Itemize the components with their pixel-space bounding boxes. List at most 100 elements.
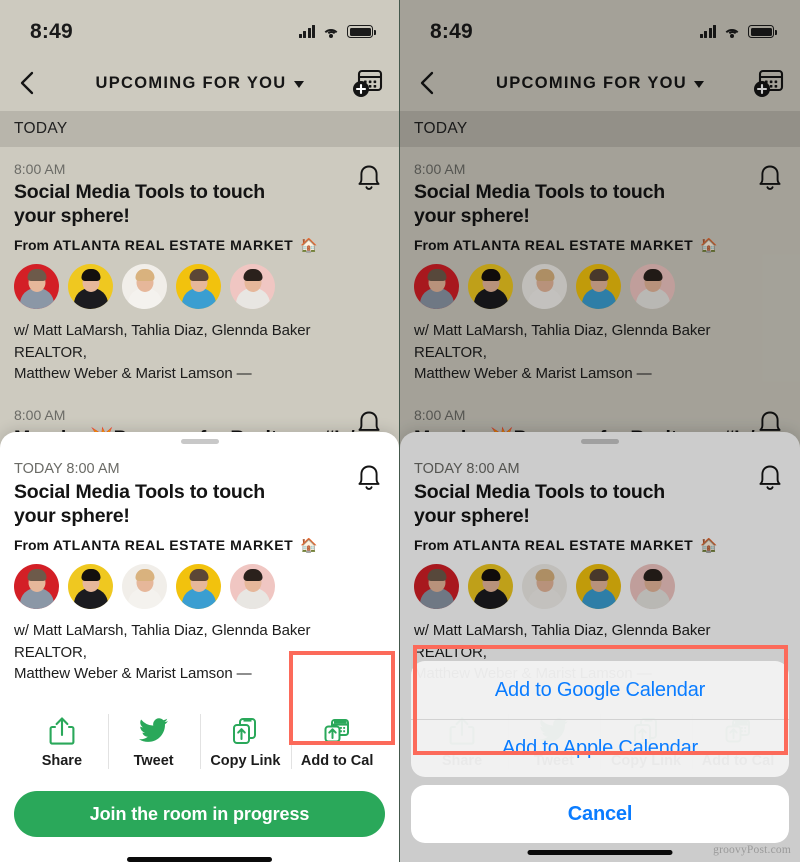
panel-divider bbox=[399, 0, 400, 862]
battery-icon bbox=[748, 25, 777, 38]
nav-bar-left: UPCOMING FOR YOU bbox=[0, 55, 399, 111]
event-card[interactable]: 8:00 AM Social Media Tools to touch your… bbox=[414, 147, 786, 385]
add-calendar-button[interactable] bbox=[347, 64, 385, 102]
sheet-event-title: Social Media Tools to touch your sphere! bbox=[14, 481, 266, 528]
back-button[interactable] bbox=[410, 66, 444, 100]
sheet-avatars bbox=[14, 563, 385, 609]
calendar-add-icon bbox=[353, 69, 383, 97]
nav-title-label: UPCOMING FOR YOU bbox=[95, 73, 287, 92]
status-indicators bbox=[298, 25, 376, 38]
share-icon bbox=[49, 715, 75, 747]
calendar-add-icon bbox=[754, 69, 784, 97]
sheet-event-title: Social Media Tools to touch your sphere! bbox=[414, 481, 666, 528]
add-to-cal-button[interactable]: Add to Cal bbox=[291, 705, 383, 778]
event-feed-right: 8:00 AM Social Media Tools to touch your… bbox=[400, 147, 800, 450]
event-club: From ATLANTA REAL ESTATE MARKET 🏠 bbox=[14, 236, 319, 253]
house-icon: 🏠 bbox=[300, 536, 319, 553]
cellular-signal-icon bbox=[699, 25, 716, 38]
back-button[interactable] bbox=[10, 66, 44, 100]
bell-button[interactable] bbox=[756, 163, 784, 193]
screenshot-stage: 8:49 UPCOMING FOR YOU TODAY 8:00 AM Soci… bbox=[0, 0, 800, 862]
copy-link-button[interactable]: Copy Link bbox=[199, 705, 292, 778]
share-label: Share bbox=[41, 753, 83, 769]
house-icon: 🏠 bbox=[700, 236, 719, 253]
avatar bbox=[122, 563, 167, 609]
add-to-google-calendar-option[interactable]: Add to Google Calendar bbox=[411, 661, 789, 719]
status-indicators bbox=[699, 25, 777, 38]
calendar-action-sheet: Add to Google Calendar Add to Apple Cale… bbox=[411, 661, 789, 843]
avatar bbox=[176, 263, 221, 309]
action-sheet-options: Add to Google Calendar Add to Apple Cale… bbox=[411, 661, 789, 777]
event-detail-sheet: TODAY 8:00 AM Social Media Tools to touc… bbox=[0, 432, 399, 862]
event-feed-left: 8:00 AM Social Media Tools to touch your… bbox=[0, 147, 399, 450]
status-bar-left: 8:49 bbox=[0, 0, 399, 55]
copy-link-label: Copy Link bbox=[210, 753, 281, 769]
avatar bbox=[414, 563, 459, 609]
section-header-today: TODAY bbox=[0, 111, 399, 147]
bell-icon bbox=[759, 465, 781, 490]
twitter-bird-icon bbox=[138, 715, 169, 747]
house-icon: 🏠 bbox=[300, 236, 319, 253]
avatar bbox=[14, 563, 59, 609]
event-time: 8:00 AM bbox=[414, 161, 466, 177]
phone-screen-right: 8:49 UPCOMING FOR YOU TODAY 8:00 AM Soci… bbox=[400, 0, 800, 862]
cancel-button[interactable]: Cancel bbox=[411, 785, 789, 843]
sheet-event-club: From ATLANTA REAL ESTATE MARKET 🏠 bbox=[14, 536, 319, 553]
event-card[interactable]: 8:00 AM Social Media Tools to touch your… bbox=[14, 147, 385, 385]
section-header-today: TODAY bbox=[400, 111, 800, 147]
sheet-bell-button[interactable] bbox=[355, 463, 383, 493]
status-bar-right: 8:49 bbox=[400, 0, 800, 55]
sheet-event-club: From ATLANTA REAL ESTATE MARKET 🏠 bbox=[414, 536, 719, 553]
event-participants: w/ Matt LaMarsh, Tahlia Diaz, Glennda Ba… bbox=[14, 321, 311, 383]
event-time: 8:00 AM bbox=[414, 407, 466, 423]
avatar bbox=[468, 263, 513, 309]
event-time: 8:00 AM bbox=[14, 161, 66, 177]
sheet-bell-button[interactable] bbox=[756, 463, 784, 493]
event-participants: w/ Matt LaMarsh, Tahlia Diaz, Glennda Ba… bbox=[414, 321, 711, 383]
copy-link-icon bbox=[230, 715, 260, 747]
wifi-icon bbox=[322, 25, 340, 38]
event-title: Social Media Tools to touch your sphere! bbox=[14, 181, 266, 228]
add-to-cal-label: Add to Cal bbox=[300, 753, 374, 769]
status-clock: 8:49 bbox=[430, 19, 473, 43]
nav-title-dropdown[interactable]: UPCOMING FOR YOU bbox=[496, 74, 704, 93]
avatar bbox=[230, 263, 275, 309]
event-avatars bbox=[414, 263, 786, 309]
share-button[interactable]: Share bbox=[16, 705, 108, 778]
wifi-icon bbox=[723, 25, 741, 38]
avatar bbox=[68, 263, 113, 309]
event-avatars bbox=[14, 263, 385, 309]
chevron-down-icon bbox=[694, 80, 704, 88]
back-chevron-icon bbox=[420, 71, 434, 95]
avatar bbox=[576, 263, 621, 309]
avatar bbox=[630, 563, 675, 609]
sheet-event-time: TODAY 8:00 AM bbox=[14, 461, 120, 477]
avatar bbox=[176, 563, 221, 609]
join-room-button[interactable]: Join the room in progress bbox=[14, 791, 385, 837]
sheet-action-row: Share Tweet bbox=[14, 705, 385, 778]
battery-icon bbox=[347, 25, 376, 38]
avatar bbox=[414, 263, 459, 309]
avatar bbox=[630, 263, 675, 309]
tweet-button[interactable]: Tweet bbox=[107, 705, 200, 778]
avatar bbox=[576, 563, 621, 609]
add-to-apple-calendar-option[interactable]: Add to Apple Calendar bbox=[411, 719, 789, 777]
tweet-label: Tweet bbox=[133, 753, 174, 769]
avatar bbox=[468, 563, 513, 609]
bell-icon bbox=[759, 165, 781, 190]
avatar bbox=[68, 563, 113, 609]
sheet-participants: w/ Matt LaMarsh, Tahlia Diaz, Glennda Ba… bbox=[14, 621, 311, 683]
sheet-event-time: TODAY 8:00 AM bbox=[414, 461, 520, 477]
event-club: From ATLANTA REAL ESTATE MARKET 🏠 bbox=[414, 236, 719, 253]
nav-title-dropdown[interactable]: UPCOMING FOR YOU bbox=[95, 73, 304, 93]
sheet-event: TODAY 8:00 AM Social Media Tools to touc… bbox=[414, 455, 786, 685]
avatar bbox=[522, 263, 567, 309]
nav-bar-right: UPCOMING FOR YOU bbox=[400, 55, 800, 111]
bell-button[interactable] bbox=[355, 163, 383, 193]
nav-title-label: UPCOMING FOR YOU bbox=[495, 73, 687, 92]
home-indicator bbox=[527, 850, 673, 855]
status-clock: 8:49 bbox=[30, 19, 73, 43]
add-calendar-button[interactable] bbox=[748, 64, 786, 102]
cellular-signal-icon bbox=[298, 25, 315, 38]
sheet-content: TODAY 8:00 AM Social Media Tools to touc… bbox=[0, 444, 399, 778]
